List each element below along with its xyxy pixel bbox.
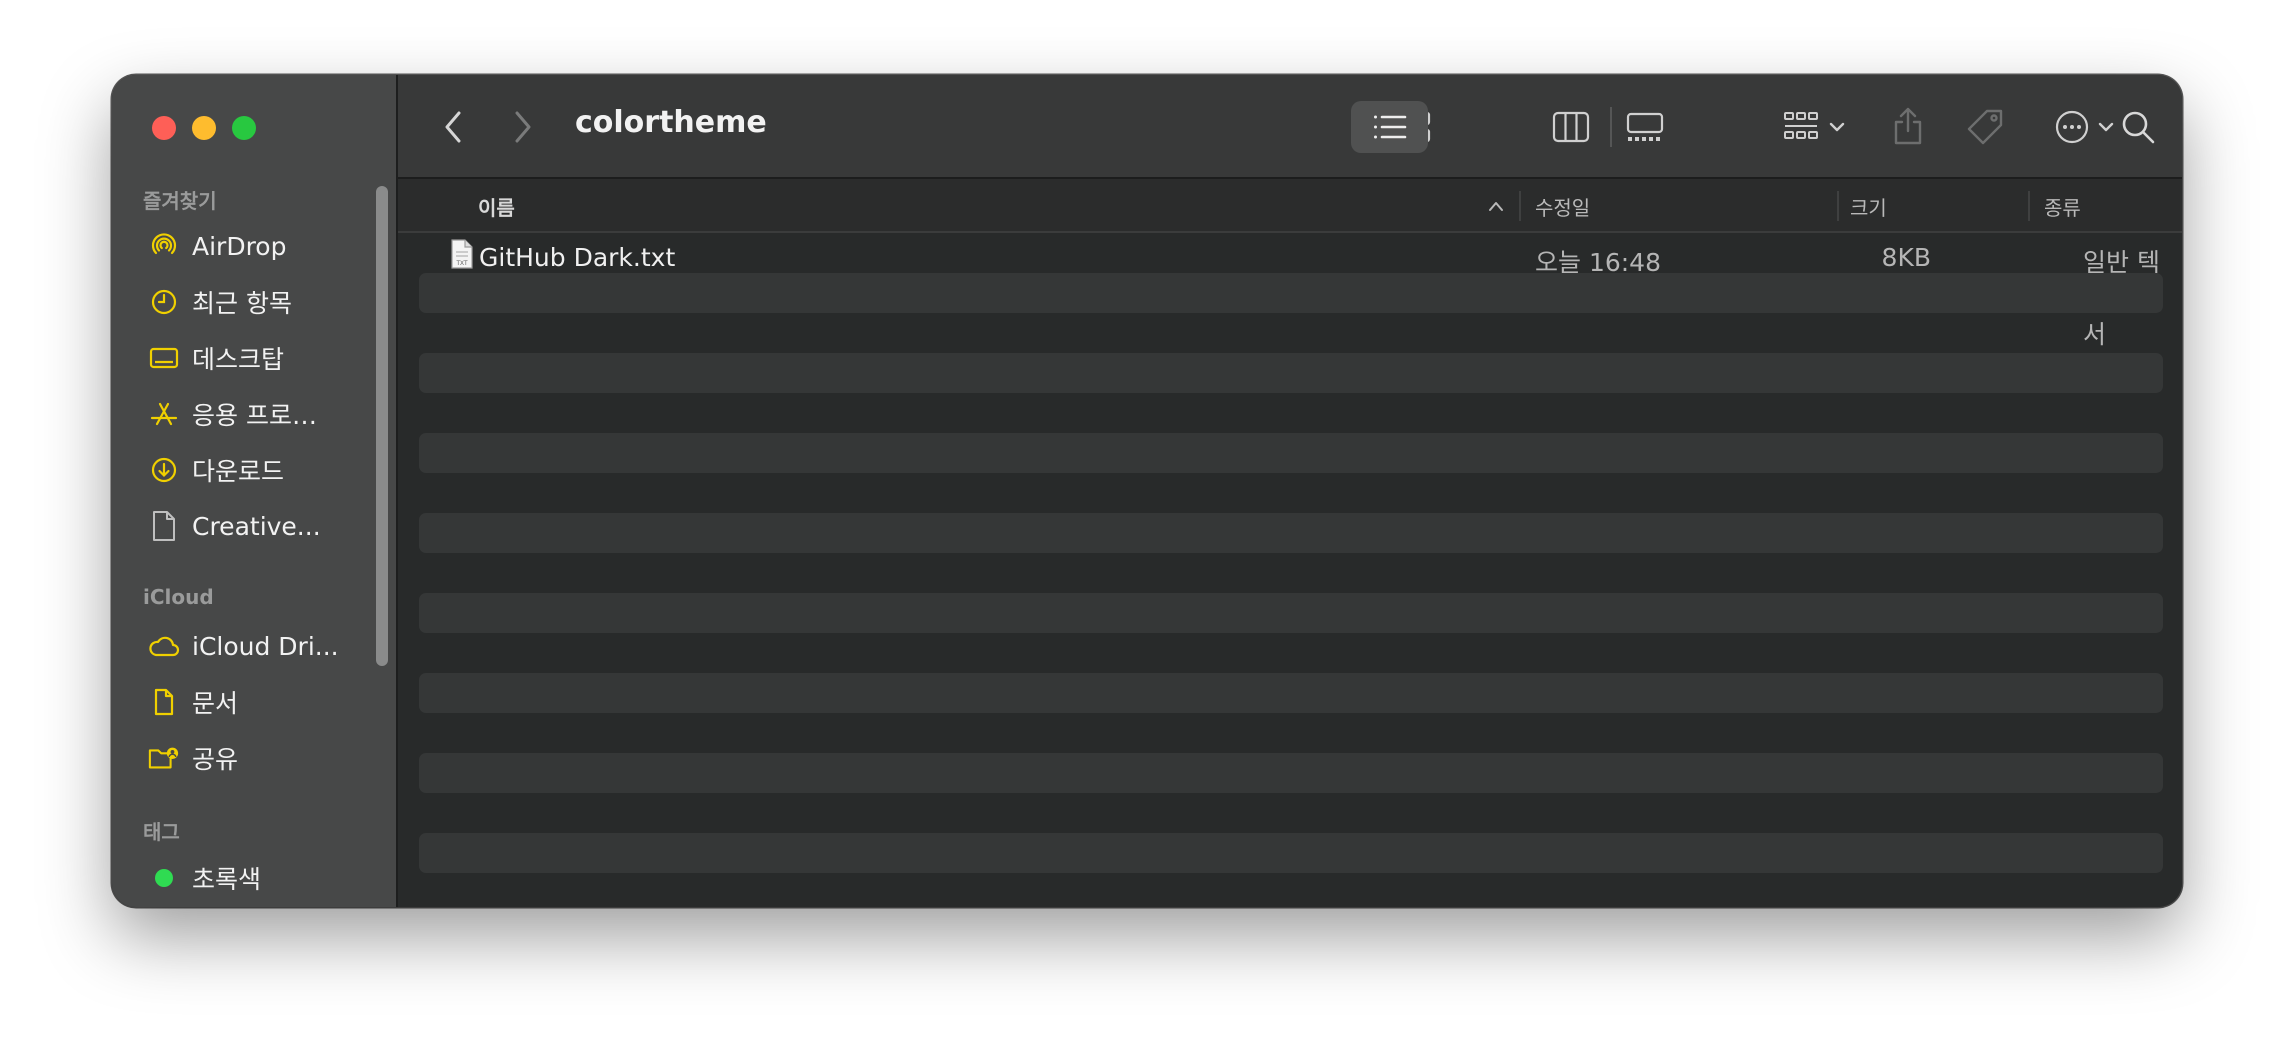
column-header-size[interactable]: 크기 [1850,192,1887,221]
column-separator[interactable] [2028,191,2030,221]
sidebar-item-label: 초록색 [192,865,262,894]
forward-button[interactable] [502,107,542,147]
sidebar-item-label: 다운로드 [192,457,285,486]
column-view-button[interactable] [1548,107,1594,147]
sidebar-item-label: 최근 항목 [192,289,292,318]
file-size: 8KB [1881,243,1931,272]
sidebar-item-airdrop[interactable]: AirDrop [148,226,368,266]
section-tags: 태그 [143,820,180,844]
sidebar-item-shared[interactable]: 공유 [148,738,368,778]
text-file-icon: TXT [449,238,475,274]
gallery-icon [1626,112,1664,141]
ellipsis-circle-icon [2055,110,2089,144]
zoom-button[interactable] [232,116,256,140]
green-tag-icon [148,862,180,894]
desktop-icon [148,342,180,374]
file-list: TXT GitHub Dark.txt 오늘 16:48 8KB 일반 텍스트 … [398,233,2182,907]
table-row[interactable]: TXT GitHub Dark.txt 오늘 16:48 8KB 일반 텍스트 … [419,233,2163,349]
empty-row [419,753,2163,793]
document-icon [148,686,180,718]
sidebar-item-label: 응용 프로… [192,401,317,430]
applications-icon [148,398,180,430]
chevron-down-icon [1829,122,1845,132]
sort-ascending-icon [1489,202,1503,211]
airdrop-icon [148,230,180,262]
share-button[interactable] [1886,101,1930,151]
columns-icon [1552,111,1590,143]
sidebar-item-applications[interactable]: 응용 프로… [148,394,368,434]
list-icon [1373,115,1406,139]
empty-row [419,273,2163,313]
sidebar-item-label: AirDrop [192,231,287,261]
tag-button[interactable] [1962,103,2008,151]
section-icloud: iCloud [143,585,214,609]
shared-folder-icon [148,742,180,774]
toolbar: colortheme [398,75,2182,179]
document-icon [148,510,180,542]
search-icon [2122,111,2155,144]
chevron-left-icon [445,111,461,143]
tag-icon [1967,109,2003,145]
window-title: colortheme [575,105,767,140]
share-icon [1894,107,1922,145]
chevron-down-icon [2098,122,2114,132]
view-divider [1610,107,1612,147]
list-view-button[interactable] [1351,101,1428,153]
column-header-name[interactable]: 이름 [478,192,515,221]
svg-text:TXT: TXT [456,261,468,267]
empty-row [419,833,2163,873]
column-separator[interactable] [1837,191,1839,221]
group-icon [1784,112,1818,139]
empty-row [419,673,2163,713]
sidebar-item-label: Creative... [192,511,321,541]
section-favorites: 즐겨찾기 [143,189,217,213]
finder-window: 즐겨찾기 AirDrop 최근 항목 데스크탑 응용 프로… 다운로드 Crea… [112,75,2182,907]
sidebar-item-recents[interactable]: 최근 항목 [148,282,368,322]
file-name: GitHub Dark.txt [479,243,676,272]
download-icon [148,454,180,486]
sidebar-item-icloud-drive[interactable]: iCloud Dri... [148,626,368,666]
sidebar-item-label: iCloud Dri... [192,631,339,661]
sidebar-item-label: 공유 [192,745,239,774]
sidebar-item-downloads[interactable]: 다운로드 [148,450,368,490]
empty-row [419,593,2163,633]
column-header: 이름 수정일 크기 종류 [398,179,2182,233]
column-separator[interactable] [1519,191,1521,221]
minimize-button[interactable] [192,116,216,140]
search-button[interactable] [2116,105,2160,149]
close-button[interactable] [152,116,176,140]
column-header-modified[interactable]: 수정일 [1535,192,1590,221]
back-button[interactable] [434,107,474,147]
clock-icon [148,286,180,318]
more-actions-button[interactable] [2044,107,2124,147]
chevron-right-icon [515,111,531,143]
sidebar-item-label: 데스크탑 [192,345,285,374]
sidebar-item-label: 문서 [192,689,239,718]
column-header-kind[interactable]: 종류 [2044,192,2081,221]
sidebar-item-documents[interactable]: 문서 [148,682,368,722]
empty-row [419,433,2163,473]
sidebar-item-tag-green[interactable]: 초록색 [148,858,368,898]
group-button[interactable] [1774,107,1854,147]
gallery-view-button[interactable] [1622,107,1668,147]
empty-row [419,513,2163,553]
sidebar-scrollbar[interactable] [376,186,388,666]
empty-row [419,353,2163,393]
sidebar: 즐겨찾기 AirDrop 최근 항목 데스크탑 응용 프로… 다운로드 Crea… [112,75,398,907]
sidebar-item-desktop[interactable]: 데스크탑 [148,338,368,378]
cloud-icon [148,630,180,662]
sidebar-item-creative[interactable]: Creative... [148,506,368,546]
